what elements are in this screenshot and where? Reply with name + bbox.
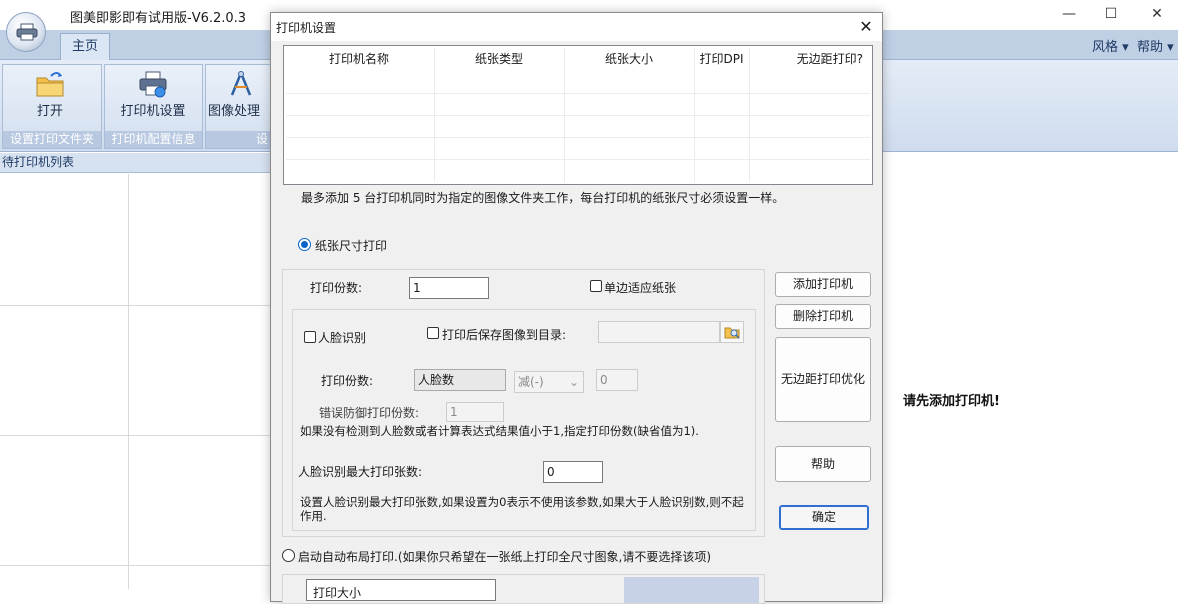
paper-size-print-label: 纸张尺寸打印 (315, 239, 388, 253)
column-borderless[interactable]: 无边距打印? (749, 46, 869, 73)
auto-layout-radio[interactable] (282, 549, 295, 562)
column-printer-name[interactable]: 打印机名称 (284, 46, 434, 73)
menu-style[interactable]: 风格 ▾ (1092, 36, 1129, 55)
dialog-close-button[interactable]: ✕ (855, 16, 877, 38)
printer-settings-button[interactable]: 打印机设置 (110, 66, 196, 124)
image-processing-label: 图像处理 (208, 104, 261, 119)
printer-icon (16, 23, 38, 41)
folder-search-icon (724, 327, 740, 339)
browse-folder-button[interactable] (720, 321, 744, 343)
face-recognition-checkbox[interactable] (304, 331, 316, 343)
table-row-divider (286, 159, 870, 160)
face-note: 如果没有检测到人脸数或者计算表达式结果值小于1,指定打印份数(缺省值为1). (300, 424, 699, 438)
save-directory-input[interactable] (598, 321, 720, 343)
save-after-print-label: 打印后保存图像到目录: (442, 328, 567, 342)
grid-divider (0, 305, 272, 306)
column-paper-size[interactable]: 纸张大小 (564, 46, 694, 73)
grid-divider (0, 435, 272, 436)
printer-list-grid (0, 174, 272, 589)
print-size-label: 打印大小 (313, 586, 362, 600)
add-printer-button[interactable]: 添加打印机 (775, 272, 871, 297)
paper-size-print-radio[interactable] (298, 238, 311, 251)
compass-tool-icon (230, 71, 252, 96)
close-button[interactable]: ✕ (1134, 0, 1178, 28)
printer-limit-note: 最多添加 5 台打印机同时为指定的图像文件夹工作，每台打印机的纸张尺寸必须设置一… (301, 191, 785, 205)
open-label: 打开 (36, 104, 63, 119)
group-caption-open: 设置打印文件夹 (3, 131, 101, 148)
operand-input[interactable]: 0 (596, 369, 638, 391)
group-caption-image: 设 (206, 131, 274, 148)
printer-icon (139, 71, 167, 98)
error-guard-label: 错误防御打印份数: (319, 406, 420, 420)
auto-layout-label: 启动自动布局打印.(如果你只希望在一张纸上打印全尺寸图象,请不要选择该项) (298, 550, 711, 564)
operator-select[interactable]: 减(-) ⌄ (514, 371, 584, 393)
save-after-print-checkbox[interactable] (427, 327, 439, 339)
max-prints-label: 人脸识别最大打印张数: (298, 465, 423, 479)
copies-input[interactable]: 1 (409, 277, 489, 299)
tab-home[interactable]: 主页 (60, 33, 110, 61)
dialog-title: 打印机设置 (276, 21, 337, 35)
ok-button[interactable]: 确定 (779, 505, 869, 530)
folder-icon (36, 72, 64, 97)
copies-label: 打印份数: (310, 281, 363, 295)
face-count-field[interactable]: 人脸数 (414, 369, 506, 391)
printer-settings-dialog: 打印机设置 ✕ 打印机名称 纸张类型 纸张大小 打印DPI 无边距打印? 最多添… (270, 12, 883, 604)
app-menu-button[interactable] (6, 12, 46, 52)
operator-value: 减(-) (518, 375, 544, 389)
printer-settings-label: 打印机设置 (120, 104, 186, 119)
app-title: 图美即影即有试用版-V6.2.0.3 (70, 11, 247, 26)
table-row-divider (286, 93, 870, 94)
column-print-dpi[interactable]: 打印DPI (694, 46, 749, 73)
table-row-divider (286, 137, 870, 138)
menu-help[interactable]: 帮助 ▾ (1137, 36, 1174, 55)
remove-printer-button[interactable]: 删除打印机 (775, 304, 871, 329)
help-button[interactable]: 帮助 (775, 446, 871, 482)
single-side-fit-checkbox[interactable] (590, 280, 602, 292)
printer-list-header: 待打印机列表 (0, 153, 272, 173)
maximize-button[interactable]: ☐ (1088, 0, 1134, 28)
column-paper-type[interactable]: 纸张类型 (434, 46, 564, 73)
chevron-down-icon: ⌄ (568, 375, 579, 389)
face-copies-label: 打印份数: (321, 374, 374, 388)
single-side-fit-label: 单边适应纸张 (604, 281, 677, 295)
layout-preview (624, 577, 759, 603)
table-row-divider (286, 115, 870, 116)
grid-divider (0, 565, 272, 566)
face-recognition-label: 人脸识别 (318, 331, 367, 345)
add-printer-message: 请先添加打印机! (903, 394, 1000, 409)
dialog-title-bar (271, 13, 882, 41)
error-guard-input[interactable]: 1 (446, 402, 504, 422)
borderless-optimize-button[interactable]: 无边距打印优化 (775, 337, 871, 422)
printer-table[interactable]: 打印机名称 纸张类型 纸张大小 打印DPI 无边距打印? (283, 45, 873, 185)
open-button[interactable]: 打开 (10, 66, 90, 124)
minimize-button[interactable]: — (1046, 0, 1092, 28)
group-caption-printer: 打印机配置信息 (105, 131, 202, 148)
image-processing-button[interactable]: 图像处理 (208, 66, 272, 124)
print-size-box[interactable]: 打印大小 (306, 579, 496, 601)
grid-divider (128, 174, 129, 589)
max-prints-input[interactable]: 0 (543, 461, 603, 483)
max-prints-note: 设置人脸识别最大打印张数,如果设置为0表示不使用该参数,如果大于人脸识别数,则不… (300, 495, 744, 523)
